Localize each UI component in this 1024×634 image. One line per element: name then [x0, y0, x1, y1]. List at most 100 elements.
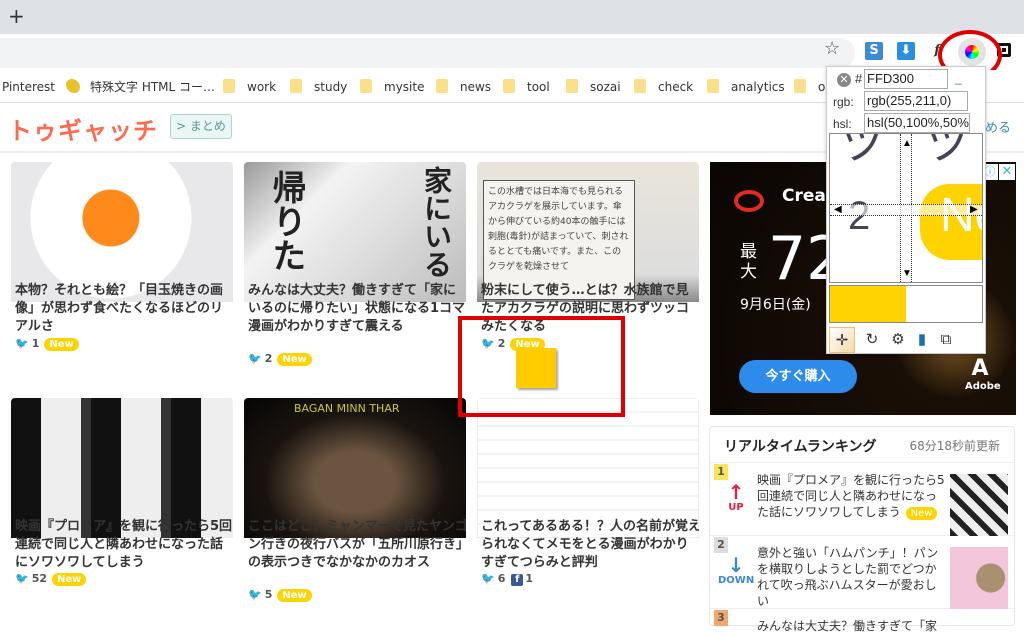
bookmark-check[interactable]: check — [634, 79, 693, 95]
arrow-right-icon[interactable]: ▶ — [970, 204, 978, 215]
bookmark-mysite[interactable]: mysite — [360, 79, 424, 95]
bookmark-pinterest[interactable]: Pinterest — [2, 79, 55, 95]
ranking-title: リアルタイムランキング — [724, 439, 877, 455]
bookmark-label: sozai — [590, 80, 621, 94]
tweet-count: 6 — [497, 572, 506, 585]
article-card[interactable]: 本物？それとも絵？「目玉焼きの画像」が思わず食べたくなるほどのリアルさ 🐦 1 Ne… — [11, 162, 233, 352]
bookmark-label: o — [818, 80, 826, 94]
article-title[interactable]: 本物？それとも絵？「目玉焼きの画像」が思わず食べたくなるほどのリアルさ — [15, 282, 233, 336]
ranking-thumbnail[interactable] — [950, 547, 1008, 609]
article-card[interactable]: これってあるある！？人の名前が覚えられなくてメモをとる漫画がわかりすぎてつらみと… — [477, 398, 699, 588]
creative-cloud-logo-icon — [734, 190, 764, 212]
adobe-label: Adobe — [965, 381, 1001, 392]
download-extension-icon[interactable]: ⬇ — [897, 42, 915, 60]
browser-toolbar: ☆ S ⬇ f — [0, 34, 1024, 70]
s-extension-icon[interactable]: S — [865, 42, 883, 60]
bookmark-news[interactable]: news — [436, 79, 491, 95]
ranking-item[interactable]: 2 ↓ DOWN 意外と強い「ハムパンチ」！パンを横取りしようとした罰でどつかれて… — [710, 537, 1016, 609]
article-card[interactable]: 映画『プロメア』を観に行ったら5回連続で同じ人と隣あわせになった話にソワソワして… — [11, 398, 233, 588]
article-thumbnail[interactable]: 帰りた 家にいる — [244, 162, 466, 302]
bookmark-tool[interactable]: tool — [503, 79, 550, 95]
arrow-up-icon[interactable]: ▲ — [902, 138, 912, 149]
twitter-icon: 🐦 — [248, 588, 262, 601]
bookmark-label: 特殊文字 HTML コー… — [90, 80, 216, 94]
twitter-icon: 🐦 — [15, 337, 29, 350]
magnifier-view[interactable]: ツ ツ 2 Ne ▲ ▼ ◀ ▶ — [829, 133, 983, 283]
popout-icon[interactable]: ⧉ — [933, 327, 959, 353]
bookmark-label: Pinterest — [2, 80, 56, 94]
ranking-item[interactable]: 3 みんなは大丈夫？働きすぎて「家 — [710, 610, 1016, 633]
ranking-item-title[interactable]: 映画『プロメア』を観に行ったら5回連続で同じ人と隣あわせになった話にソワソワして… — [757, 472, 947, 520]
article-title[interactable]: 映画『プロメア』を観に行ったら5回連続で同じ人と隣あわせになった話にソワソワして… — [15, 518, 233, 572]
hsl-input[interactable]: hsl(50,100%,50% — [864, 113, 970, 133]
new-badge: New — [277, 353, 312, 366]
refresh-icon[interactable]: ↻ — [859, 327, 885, 353]
mobile-icon[interactable]: ▮ — [909, 327, 935, 353]
bookmark-label: analytics — [731, 80, 785, 94]
ranking-item-title[interactable]: みんなは大丈夫？働きすぎて「家 — [757, 618, 947, 634]
bookmark-label: work — [247, 80, 277, 94]
arrow-left-icon[interactable]: ◀ — [834, 204, 842, 215]
article-title[interactable]: みんなは大丈夫？働きすぎて「家にいるのに帰りたい」状態になる1コマ漫画がわかりす… — [248, 282, 466, 336]
bookmark-sozai[interactable]: sozai — [566, 79, 621, 95]
article-title[interactable]: ここはどこ？ミャンマーで見たヤンゴン行きの夜行バスが「五所川原行き」の表示つきで… — [248, 518, 466, 572]
article-card[interactable]: BAGAN MINN THAR ここはどこ？ミャンマーで見たヤンゴン行きの夜行バ… — [244, 398, 466, 608]
ranking-thumbnail[interactable] — [950, 474, 1008, 536]
gear-icon[interactable]: ⚙ — [885, 327, 911, 353]
ranking-item[interactable]: 1 ↑ UP 映画『プロメア』を観に行ったら5回連続で同じ人と隣あわせになった話に… — [710, 464, 1016, 536]
folder-icon — [707, 79, 719, 93]
ad-close-icon[interactable]: ✕ — [999, 164, 1015, 180]
trend-up: ↑ UP — [718, 482, 754, 513]
ranking-item-title[interactable]: 意外と強い「ハムパンチ」！パンを横取りしようとした罰でどつかれて吹っ飛ぶハムスタ… — [757, 545, 947, 609]
bookmark-analytics[interactable]: analytics — [707, 79, 785, 95]
ad-buy-button[interactable]: 今すぐ購入 — [739, 360, 857, 393]
article-meta: 🐦 6 f 1 — [481, 572, 533, 586]
bookmark-study[interactable]: study — [290, 79, 347, 95]
bookmark-special-chars[interactable]: 特殊文字 HTML コー… — [66, 79, 215, 95]
crosshair-icon[interactable]: ✛ — [829, 327, 855, 353]
tweet-count: 5 — [264, 588, 273, 601]
tweet-count: 1 — [31, 337, 40, 350]
folder-icon — [566, 79, 578, 93]
folder-icon — [360, 79, 372, 93]
site-logo[interactable]: トゥギャッチ — [8, 111, 158, 146]
adobe-logo: A Adobe — [965, 356, 1001, 393]
bookmark-label: news — [460, 80, 492, 94]
rgb-label: rgb: — [833, 95, 854, 109]
rank-number: 1 — [714, 464, 728, 480]
article-thumbnail[interactable]: BAGAN MINN THAR — [244, 398, 466, 538]
header-link-partial[interactable]: める — [985, 117, 1011, 136]
adobe-a-icon: A — [971, 356, 989, 381]
arrow-down-icon[interactable]: ▼ — [902, 268, 912, 279]
magnified-text: ツ — [925, 133, 969, 169]
tweet-count: 52 — [31, 572, 48, 585]
trend-label: DOWN — [718, 575, 755, 586]
article-thumbnail[interactable] — [477, 398, 699, 538]
new-tab-button[interactable]: + — [8, 4, 26, 28]
minimize-button[interactable]: _ — [955, 71, 962, 85]
tab-strip: + — [0, 0, 1024, 34]
bookmark-star-icon[interactable]: ☆ — [824, 38, 840, 59]
address-bar[interactable] — [0, 38, 855, 68]
bookmark-label: study — [314, 80, 348, 94]
twitter-icon: 🐦 — [15, 572, 29, 585]
hex-input[interactable]: FFD300 — [864, 69, 948, 89]
article-card[interactable]: 帰りた 家にいる みんなは大丈夫？働きすぎて「家にいるのに帰りたい」状態になる1… — [244, 162, 466, 372]
article-title[interactable]: これってあるある！？人の名前が覚えられなくてメモをとる漫画がわかりすぎてつらみと… — [481, 518, 699, 572]
tweet-count: 2 — [264, 352, 273, 365]
article-thumbnail[interactable] — [11, 398, 233, 538]
article-meta: 🐦 52 New — [15, 572, 87, 586]
close-icon[interactable]: ✕ — [837, 73, 851, 87]
new-badge: New — [277, 589, 312, 602]
article-meta: 🐦 5 New — [248, 588, 312, 602]
bookmark-other[interactable]: o — [794, 79, 825, 95]
matome-button[interactable]: > まとめ — [170, 114, 232, 139]
rank-number: 2 — [714, 537, 728, 553]
bookmark-work[interactable]: work — [223, 79, 276, 95]
arrow-up-icon: ↑ — [727, 480, 745, 504]
article-thumbnail[interactable] — [11, 162, 233, 302]
article-thumbnail[interactable]: この水槽では日本海でも見られるアカクラゲを展示しています。傘から伸びている約40… — [477, 162, 699, 302]
rgb-input[interactable]: rgb(255,211,0) — [864, 91, 968, 111]
hex-prefix: # — [855, 71, 863, 86]
ranking-updated-time: 68分18秒前更新 — [909, 439, 1000, 453]
